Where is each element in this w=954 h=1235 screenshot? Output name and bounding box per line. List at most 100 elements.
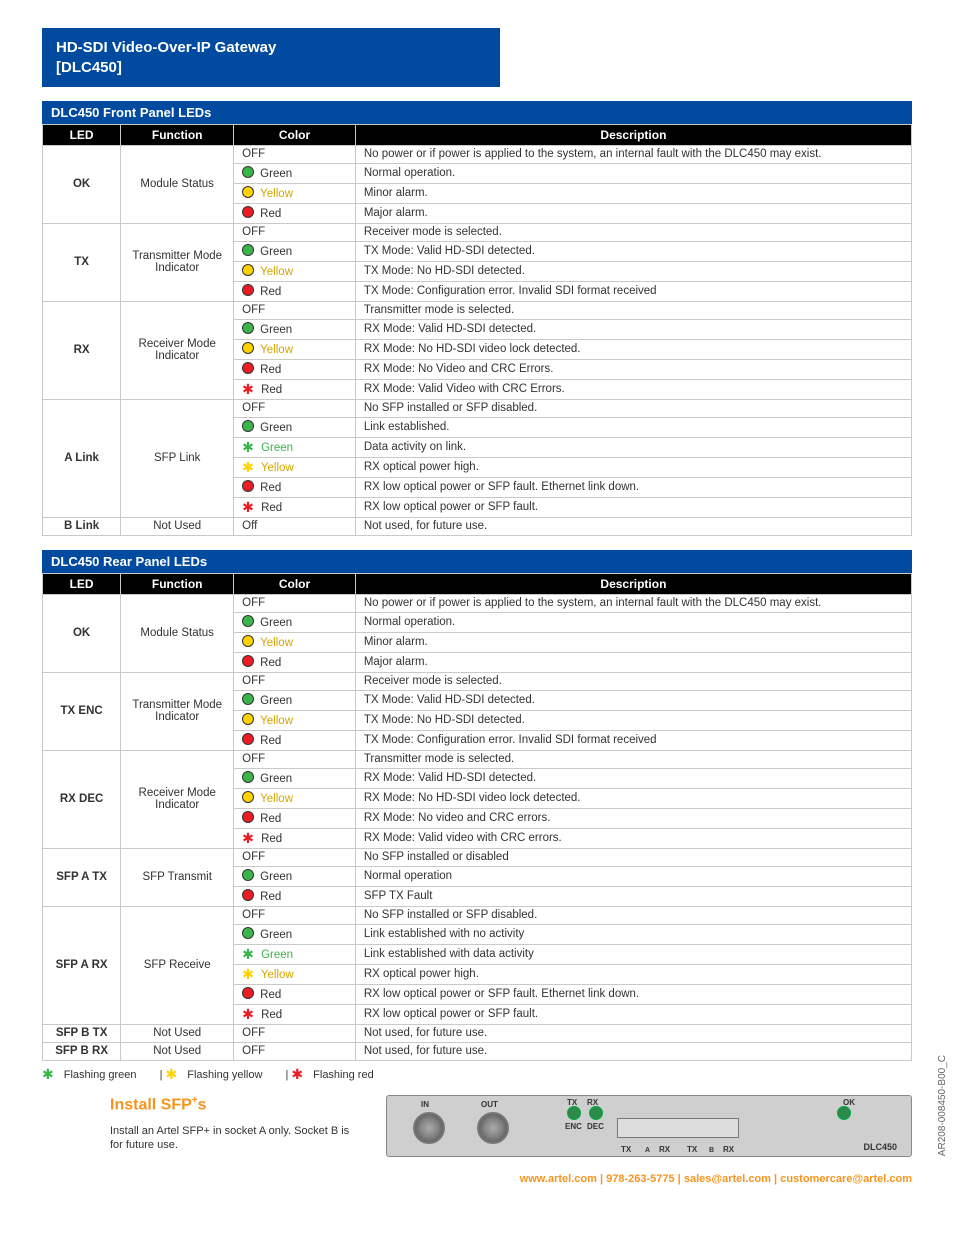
th-func: Function	[121, 124, 234, 145]
led-desc: Receiver mode is selected.	[355, 672, 911, 690]
led-name: TX	[43, 223, 121, 301]
led-desc: Not used, for future use.	[355, 517, 911, 535]
legend-red: Flashing red	[313, 1069, 374, 1081]
led-desc: RX Mode: No video and CRC errors.	[355, 808, 911, 828]
table-row: SFP B RXNot UsedOFFNot used, for future …	[43, 1042, 912, 1060]
led-r-icon	[242, 284, 254, 296]
led-desc: RX Mode: Valid video with CRC errors.	[355, 828, 911, 848]
led-r-icon	[242, 362, 254, 374]
led-color: Green	[234, 612, 356, 632]
led-desc: TX Mode: Configuration error. Invalid SD…	[355, 281, 911, 301]
led-g-icon	[242, 869, 254, 881]
led-name: TX ENC	[43, 672, 121, 750]
page-header: HD-SDI Video-Over-IP Gateway [DLC450]	[42, 28, 500, 87]
led-desc: SFP TX Fault	[355, 886, 911, 906]
led-function: Transmitter Mode Indicator	[121, 672, 234, 750]
led-y-icon	[242, 186, 254, 198]
led-color: Red	[234, 652, 356, 672]
led-color: Red	[234, 359, 356, 379]
led-function: Not Used	[121, 1042, 234, 1060]
led-function: SFP Link	[121, 399, 234, 517]
flash-g-icon: ✱	[242, 440, 254, 454]
led-desc: RX Mode: Valid HD-SDI detected.	[355, 768, 911, 788]
legend: ✱Flashing green | ✱Flashing yellow | ✱Fl…	[42, 1067, 912, 1081]
led-color: Green	[234, 690, 356, 710]
led-y-icon	[242, 264, 254, 276]
led-color: ✱ Red	[234, 497, 356, 517]
footer-phone: 978-263-5775	[606, 1173, 675, 1185]
legend-yellow: Flashing yellow	[187, 1069, 262, 1081]
led-desc: Normal operation.	[355, 163, 911, 183]
led-function: SFP Receive	[121, 906, 234, 1024]
th-desc: Description	[355, 573, 911, 594]
led-desc: Link established with no activity	[355, 924, 911, 944]
doc-number: AR208-008450-B00_C	[937, 1055, 948, 1156]
led-desc: RX Mode: No HD-SDI video lock detected.	[355, 339, 911, 359]
led-g-icon	[242, 244, 254, 256]
led-color: Red	[234, 886, 356, 906]
led-color: Yellow	[234, 183, 356, 203]
led-color: Yellow	[234, 261, 356, 281]
led-function: Not Used	[121, 517, 234, 535]
table-row: OKModule StatusOFFNo power or if power i…	[43, 594, 912, 612]
th-led: LED	[43, 124, 121, 145]
table-row: TXTransmitter Mode IndicatorOFFReceiver …	[43, 223, 912, 241]
led-desc: Major alarm.	[355, 652, 911, 672]
led-function: Not Used	[121, 1024, 234, 1042]
led-desc: RX Mode: Valid HD-SDI detected.	[355, 319, 911, 339]
th-desc: Description	[355, 124, 911, 145]
led-desc: Transmitter mode is selected.	[355, 301, 911, 319]
led-desc: RX low optical power or SFP fault. Ether…	[355, 984, 911, 1004]
flash-y-icon: ✱	[242, 967, 254, 981]
led-desc: RX Mode: No Video and CRC Errors.	[355, 359, 911, 379]
led-desc: Link established with data activity	[355, 944, 911, 964]
led-r-icon	[242, 987, 254, 999]
led-color: Green	[234, 241, 356, 261]
led-color: Green	[234, 866, 356, 886]
rear-table-title: DLC450 Rear Panel LEDs	[42, 550, 912, 573]
led-color: ✱ Red	[234, 379, 356, 399]
led-g-icon	[242, 615, 254, 627]
led-desc: No SFP installed or SFP disabled.	[355, 399, 911, 417]
led-desc: TX Mode: Valid HD-SDI detected.	[355, 690, 911, 710]
flash-red-icon: ✱	[291, 1067, 303, 1081]
led-color: OFF	[234, 672, 356, 690]
led-g-icon	[242, 322, 254, 334]
led-name: SFP A RX	[43, 906, 121, 1024]
led-desc: Transmitter mode is selected.	[355, 750, 911, 768]
led-desc: Not used, for future use.	[355, 1042, 911, 1060]
led-function: Module Status	[121, 145, 234, 223]
flash-r-icon: ✱	[242, 1007, 254, 1021]
led-color: Red	[234, 808, 356, 828]
led-color: OFF	[234, 1024, 356, 1042]
led-g-icon	[242, 693, 254, 705]
rear-panel-illustration: IN OUT TX RX ENC DEC OK DLC450 TX A RX T…	[386, 1095, 912, 1157]
led-color: ✱ Yellow	[234, 964, 356, 984]
led-g-icon	[242, 771, 254, 783]
led-color: Yellow	[234, 788, 356, 808]
led-g-icon	[242, 420, 254, 432]
led-function: Module Status	[121, 594, 234, 672]
table-row: SFP A TXSFP TransmitOFFNo SFP installed …	[43, 848, 912, 866]
table-row: TX ENCTransmitter Mode IndicatorOFFRecei…	[43, 672, 912, 690]
led-color: Yellow	[234, 632, 356, 652]
led-desc: No SFP installed or disabled	[355, 848, 911, 866]
led-desc: RX low optical power or SFP fault.	[355, 497, 911, 517]
led-color: Green	[234, 417, 356, 437]
led-desc: Link established.	[355, 417, 911, 437]
led-name: SFP A TX	[43, 848, 121, 906]
led-color: Green	[234, 768, 356, 788]
install-section: Install SFP+s Install an Artel SFP+ in s…	[42, 1095, 912, 1157]
rear-panel-table: LED Function Color Description OKModule …	[42, 573, 912, 1061]
led-color: Off	[234, 517, 356, 535]
led-desc: RX optical power high.	[355, 964, 911, 984]
led-desc: RX low optical power or SFP fault.	[355, 1004, 911, 1024]
led-name: OK	[43, 594, 121, 672]
led-desc: TX Mode: Configuration error. Invalid SD…	[355, 730, 911, 750]
led-color: Red	[234, 730, 356, 750]
table-row: B LinkNot UsedOffNot used, for future us…	[43, 517, 912, 535]
led-color: Yellow	[234, 339, 356, 359]
led-color: OFF	[234, 399, 356, 417]
legend-green: Flashing green	[64, 1069, 137, 1081]
led-color: Red	[234, 281, 356, 301]
